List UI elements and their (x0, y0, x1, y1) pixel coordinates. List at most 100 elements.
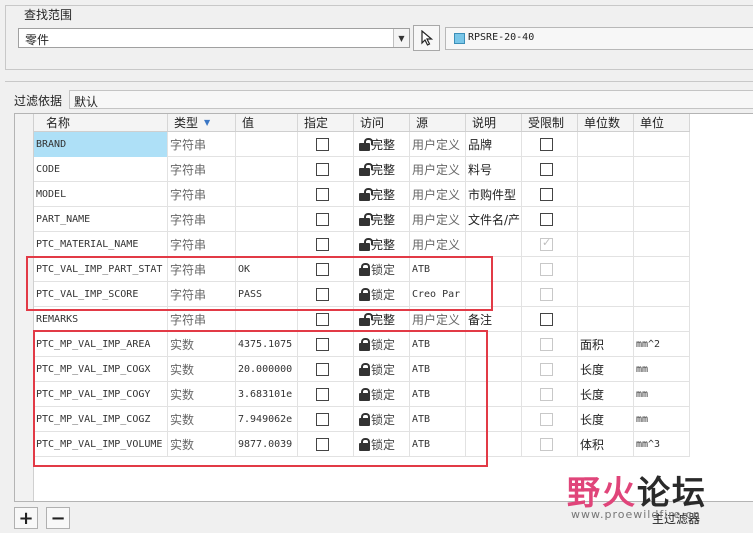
restricted-checkbox[interactable] (540, 338, 553, 351)
cell-designate[interactable] (298, 232, 354, 257)
designate-checkbox[interactable] (316, 313, 329, 326)
select-model-button[interactable] (413, 25, 440, 51)
cell-unit[interactable] (634, 282, 690, 307)
cell-unit-type[interactable] (578, 257, 634, 282)
cell-unit-type[interactable]: 体积 (578, 432, 634, 457)
cell-source[interactable]: 用户定义 (410, 157, 466, 182)
cell-restricted[interactable] (522, 432, 578, 457)
header-col-type[interactable]: 类型 ▼ (168, 114, 236, 131)
designate-checkbox[interactable] (316, 163, 329, 176)
cell-unit[interactable] (634, 307, 690, 332)
header-col-unit[interactable]: 单位 (634, 114, 690, 131)
cell-name[interactable]: PART_NAME (34, 207, 168, 232)
cell-access[interactable]: 完整 (354, 182, 410, 207)
cell-type[interactable]: 字符串 (168, 232, 236, 257)
table-row[interactable]: MODEL 字符串 完整 用户定义 市购件型 (34, 182, 690, 207)
cell-restricted[interactable] (522, 282, 578, 307)
table-row[interactable]: CODE 字符串 完整 用户定义 料号 (34, 157, 690, 182)
cell-source[interactable]: 用户定义 (410, 207, 466, 232)
cell-access[interactable]: 完整 (354, 132, 410, 157)
cell-source[interactable]: 用户定义 (410, 182, 466, 207)
cell-restricted[interactable] (522, 307, 578, 332)
cell-restricted[interactable] (522, 332, 578, 357)
designate-checkbox[interactable] (316, 188, 329, 201)
cell-type[interactable]: 字符串 (168, 182, 236, 207)
cell-access[interactable]: 完整 (354, 232, 410, 257)
cell-unit-type[interactable] (578, 282, 634, 307)
cell-name[interactable]: BRAND (34, 132, 168, 157)
remove-parameter-button[interactable]: − (46, 507, 70, 529)
restricted-checkbox[interactable] (540, 288, 553, 301)
cell-unit-type[interactable]: 长度 (578, 357, 634, 382)
restricted-checkbox[interactable] (540, 313, 553, 326)
object-type-combo[interactable]: 零件 ▼ (18, 28, 410, 48)
cell-unit[interactable] (634, 232, 690, 257)
restricted-checkbox[interactable] (540, 438, 553, 451)
restricted-checkbox[interactable] (540, 363, 553, 376)
cell-designate[interactable] (298, 207, 354, 232)
cell-unit-type[interactable] (578, 157, 634, 182)
cell-type[interactable]: 字符串 (168, 157, 236, 182)
cell-type[interactable]: 字符串 (168, 132, 236, 157)
cell-value[interactable] (236, 157, 298, 182)
cell-unit-type[interactable]: 长度 (578, 382, 634, 407)
cell-source[interactable]: 用户定义 (410, 232, 466, 257)
cell-type[interactable]: 字符串 (168, 207, 236, 232)
restricted-checkbox[interactable] (540, 263, 553, 276)
cell-unit-type[interactable]: 长度 (578, 407, 634, 432)
restricted-checkbox[interactable] (540, 388, 553, 401)
add-parameter-button[interactable]: + (14, 507, 38, 529)
cell-designate[interactable] (298, 157, 354, 182)
cell-restricted[interactable] (522, 157, 578, 182)
cell-unit[interactable] (634, 257, 690, 282)
cell-value[interactable] (236, 232, 298, 257)
cell-designate[interactable] (298, 182, 354, 207)
cell-unit[interactable]: mm (634, 407, 690, 432)
filter-funnel-icon[interactable]: ▼ (204, 114, 210, 131)
header-col-source[interactable]: 源 (410, 114, 466, 131)
cell-unit[interactable] (634, 207, 690, 232)
cell-restricted[interactable] (522, 232, 578, 257)
cell-restricted[interactable] (522, 257, 578, 282)
cell-restricted[interactable] (522, 382, 578, 407)
cell-name[interactable]: MODEL (34, 182, 168, 207)
chevron-down-icon[interactable]: ▼ (393, 29, 409, 47)
designate-checkbox[interactable] (316, 213, 329, 226)
cell-unit[interactable]: mm (634, 357, 690, 382)
designate-checkbox[interactable] (316, 138, 329, 151)
header-col-unit-type[interactable]: 单位数 (578, 114, 634, 131)
cell-desc[interactable] (466, 232, 522, 257)
cell-restricted[interactable] (522, 407, 578, 432)
cell-unit[interactable]: mm^3 (634, 432, 690, 457)
cell-access[interactable]: 完整 (354, 157, 410, 182)
header-col-restricted[interactable]: 受限制 (522, 114, 578, 131)
cell-desc[interactable]: 料号 (466, 157, 522, 182)
cell-name[interactable]: CODE (34, 157, 168, 182)
model-field[interactable]: RPSRE-20-40 (445, 27, 753, 50)
cell-unit-type[interactable] (578, 207, 634, 232)
cell-restricted[interactable] (522, 207, 578, 232)
restricted-checkbox[interactable] (540, 163, 553, 176)
designate-checkbox[interactable] (316, 238, 329, 251)
cell-unit-type[interactable] (578, 182, 634, 207)
header-col-value[interactable]: 值 (236, 114, 298, 131)
cell-unit-type[interactable]: 面积 (578, 332, 634, 357)
header-col-access[interactable]: 访问 (354, 114, 410, 131)
restricted-checkbox[interactable] (540, 236, 553, 251)
cell-value[interactable] (236, 207, 298, 232)
header-col-name[interactable]: 名称 (34, 114, 168, 131)
cell-unit-type[interactable] (578, 132, 634, 157)
cell-unit[interactable]: mm^2 (634, 332, 690, 357)
cell-designate[interactable] (298, 132, 354, 157)
cell-value[interactable] (236, 182, 298, 207)
cell-unit[interactable] (634, 157, 690, 182)
restricted-checkbox[interactable] (540, 413, 553, 426)
cell-unit[interactable]: mm (634, 382, 690, 407)
cell-value[interactable] (236, 132, 298, 157)
cell-desc[interactable]: 品牌 (466, 132, 522, 157)
restricted-checkbox[interactable] (540, 213, 553, 226)
cell-desc[interactable]: 文件名/产 (466, 207, 522, 232)
table-row[interactable]: BRAND 字符串 完整 用户定义 品牌 (34, 132, 690, 157)
restricted-checkbox[interactable] (540, 188, 553, 201)
cell-restricted[interactable] (522, 182, 578, 207)
